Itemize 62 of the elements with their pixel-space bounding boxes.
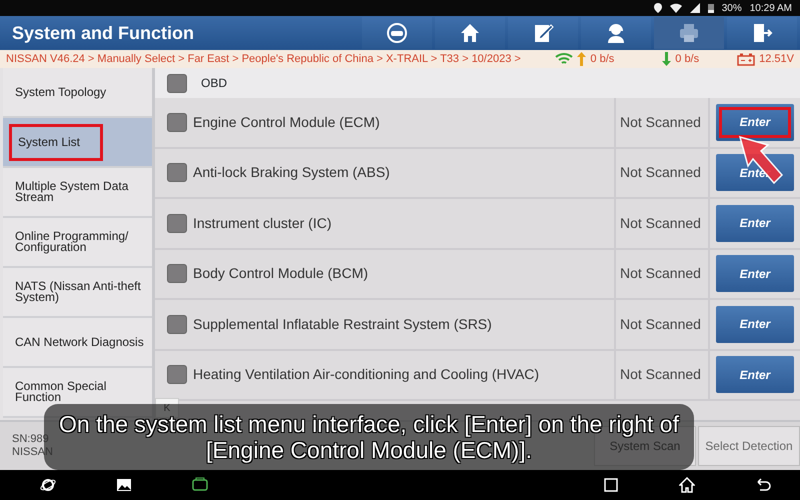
planet-icon[interactable] xyxy=(40,477,56,493)
enter-button[interactable]: Enter xyxy=(716,356,794,394)
upload-arrow-icon xyxy=(577,52,586,66)
screen-title: System and Function xyxy=(11,22,196,45)
breadcrumb-path: NISSAN V46.24 > Manually Select > Far East > People's Republic of China > X-TRAIL > T33 > 10/2023 > xyxy=(6,52,522,67)
upload-rate: 0 b/s xyxy=(590,52,614,67)
location-icon xyxy=(654,3,662,13)
checkbox[interactable] xyxy=(167,112,187,132)
edit-icon xyxy=(532,22,554,44)
download-arrow-icon xyxy=(662,52,672,66)
checkbox[interactable] xyxy=(167,163,187,182)
system-name: Body Control Module (BCM) xyxy=(193,264,368,284)
enter-button[interactable]: Enter xyxy=(716,204,794,242)
system-name: Anti-lock Braking System (ABS) xyxy=(193,163,390,182)
enter-button[interactable]: Enter xyxy=(716,255,794,292)
sidebar-item[interactable]: Online Programming/ Configuration xyxy=(3,218,152,268)
exit-button[interactable] xyxy=(727,17,797,49)
edit-button[interactable] xyxy=(508,17,578,49)
enter-button[interactable]: Enter xyxy=(716,306,794,343)
car-button[interactable] xyxy=(362,17,432,49)
sidebar-item[interactable]: NATS (Nissan Anti-theft System) xyxy=(3,268,152,318)
battery-icon xyxy=(708,3,714,13)
checkbox[interactable] xyxy=(167,314,187,334)
checkbox[interactable] xyxy=(167,264,187,284)
clock: 10:29 AM xyxy=(750,2,792,16)
voltage-reading: 12.51V xyxy=(759,52,794,67)
system-name: Heating Ventilation Air-conditioning and Cooling (HVAC) xyxy=(193,365,540,384)
wifi-icon xyxy=(670,3,682,13)
checkbox[interactable] xyxy=(167,365,187,384)
battery-icon xyxy=(737,52,756,66)
back-icon[interactable] xyxy=(755,477,771,493)
home-icon[interactable] xyxy=(679,477,695,493)
vci-connector-icon[interactable] xyxy=(192,477,208,493)
wifi-icon xyxy=(555,52,574,66)
sidebar-item[interactable]: Multiple System Data Stream xyxy=(3,168,152,218)
scan-status: Not Scanned xyxy=(620,163,701,182)
checkbox[interactable] xyxy=(167,74,187,92)
exit-icon xyxy=(751,22,773,44)
headset-person-button[interactable] xyxy=(581,17,651,49)
recent-apps-icon[interactable] xyxy=(603,477,619,493)
scan-status: Not Scanned xyxy=(620,112,701,132)
system-name: Engine Control Module (ECM) xyxy=(193,112,380,132)
checkbox[interactable] xyxy=(167,214,187,233)
group-label: OBD xyxy=(201,75,228,92)
scan-status: Not Scanned xyxy=(620,365,701,384)
sidebar-item[interactable]: CAN Network Diagnosis xyxy=(3,318,152,368)
battery-percent: 30% xyxy=(722,2,742,16)
scan-status: Not Scanned xyxy=(620,264,701,284)
scan-status: Not Scanned xyxy=(620,214,701,233)
headset-person-icon xyxy=(605,22,627,44)
enter-button[interactable]: Enter xyxy=(716,104,794,141)
scan-status: Not Scanned xyxy=(620,314,701,334)
system-name: Instrument cluster (IC) xyxy=(193,214,332,233)
printer-icon xyxy=(678,22,700,44)
sidebar-item[interactable]: System List xyxy=(3,118,152,168)
image-icon[interactable] xyxy=(116,477,132,493)
sidebar-item[interactable]: System Topology xyxy=(3,68,152,118)
download-rate: 0 b/s xyxy=(675,52,700,67)
home-button[interactable] xyxy=(435,17,505,49)
home-icon xyxy=(459,22,481,44)
signal-icon xyxy=(690,3,700,13)
system-name: Supplemental Inflatable Restraint System (SRS) xyxy=(193,314,492,334)
